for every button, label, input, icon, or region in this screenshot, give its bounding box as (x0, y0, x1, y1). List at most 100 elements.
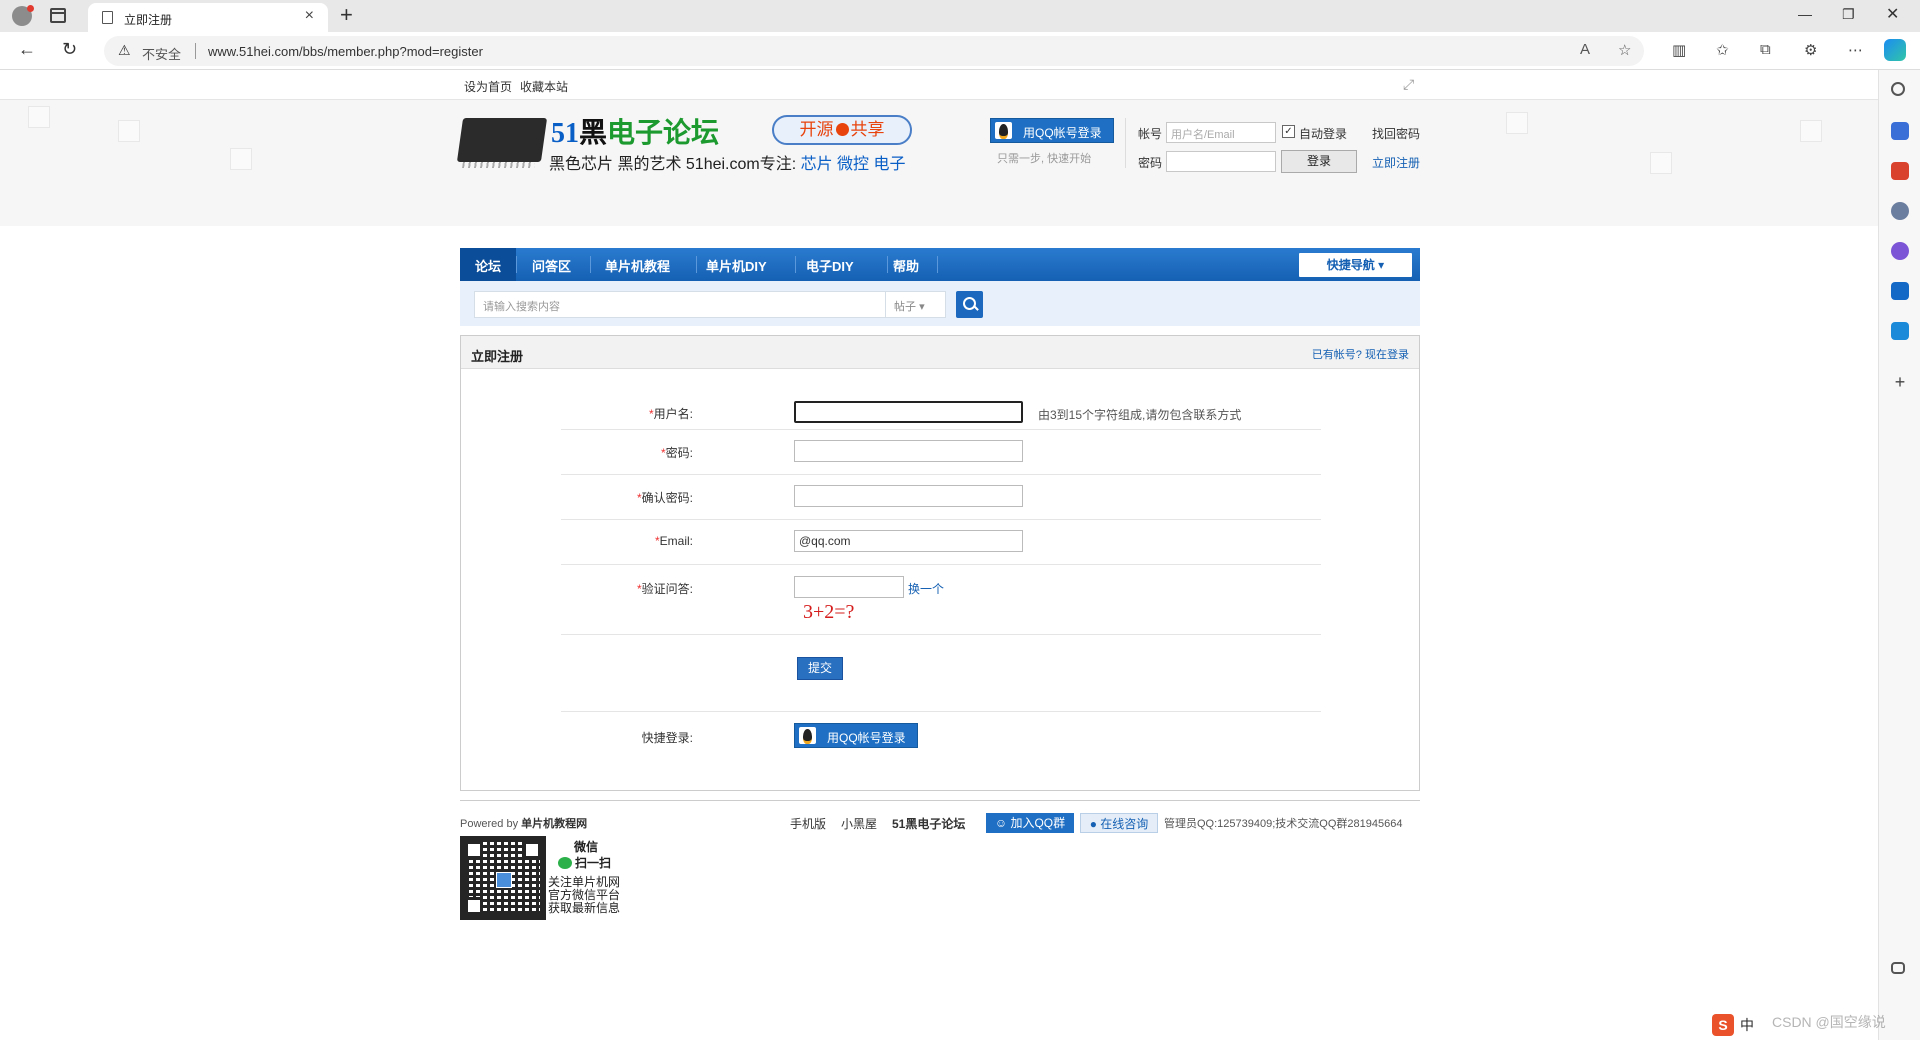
join-qq-label: 加入QQ群 (1010, 816, 1066, 830)
have-account-login-link[interactable]: 已有帐号? 现在登录 (1312, 346, 1409, 362)
confirm-password-input[interactable] (794, 485, 1023, 507)
nav-help[interactable]: 帮助 (893, 256, 919, 275)
blackroom-link[interactable]: 小黑屋 (841, 815, 877, 832)
tab-strip: 立即注册 × + — ❐ ✕ (0, 0, 1920, 32)
favorite-star-icon[interactable]: ☆ (1618, 41, 1631, 59)
outlook-icon[interactable] (1891, 282, 1909, 300)
refresh-icon[interactable]: ↻ (62, 39, 77, 60)
change-question-link[interactable]: 换一个 (908, 580, 944, 597)
profile-avatar-icon[interactable] (12, 5, 34, 26)
tools-icon[interactable] (1891, 162, 1909, 180)
email-input[interactable]: @qq.com (794, 530, 1023, 552)
password-input[interactable] (794, 440, 1023, 462)
set-homepage-link[interactable]: 设为首页 (464, 78, 512, 95)
search-button-icon[interactable] (956, 291, 983, 318)
search-type-select[interactable]: 帖子 ▾ (886, 291, 946, 318)
warning-icon: ⚠ (118, 42, 131, 58)
nav-sep (887, 256, 888, 273)
slogan-text: 黑色芯片 黑的艺术 51hei.com专注: (549, 156, 801, 173)
minimize-icon[interactable]: — (1798, 6, 1812, 22)
read-aloud-icon[interactable]: A (1580, 41, 1590, 58)
qq-icon: ☺ (994, 816, 1008, 830)
tab-actions-icon[interactable] (50, 8, 66, 23)
register-header: 立即注册 已有帐号? 现在登录 (461, 336, 1419, 369)
office-icon[interactable] (1891, 242, 1909, 260)
shopping-icon[interactable] (1891, 122, 1909, 140)
back-icon[interactable]: ← (18, 39, 36, 60)
bg-pattern (118, 120, 140, 142)
badge-left: 开源 (799, 120, 834, 139)
nav-forum[interactable]: 论坛 (475, 256, 501, 275)
qq-penguin-icon (995, 122, 1012, 139)
forgot-password-link[interactable]: 找回密码 (1372, 125, 1420, 142)
qq-login-tip: 只需一步, 快速开始 (997, 153, 1092, 165)
auto-login-checkbox[interactable]: ✓ (1282, 125, 1295, 138)
page-icon (102, 11, 113, 24)
powered-name[interactable]: 单片机教程网 (521, 818, 587, 830)
extensions-icon[interactable]: ⚙ (1804, 41, 1817, 59)
join-qq-group-button[interactable]: ☺ 加入QQ群 (986, 813, 1074, 833)
collections-icon[interactable]: ⧉ (1760, 41, 1771, 58)
chat-icon: ● (1089, 817, 1097, 831)
site-logo-text[interactable]: 51黑电子论坛 (551, 111, 719, 151)
bookmark-site-link[interactable]: 收藏本站 (520, 78, 568, 95)
main-nav: 论坛 问答区 单片机教程 单片机DIY 电子DIY 帮助 (460, 248, 1420, 281)
header-password-input[interactable] (1166, 151, 1276, 172)
login-button[interactable]: 登录 (1281, 150, 1357, 173)
security-label[interactable]: 不安全 (142, 44, 181, 63)
send-icon[interactable] (1891, 322, 1909, 340)
caret-down-icon: ▾ (1378, 258, 1385, 272)
close-window-icon[interactable]: ✕ (1886, 4, 1899, 24)
bg-pattern (1506, 112, 1528, 134)
nav-electronics-diy[interactable]: 电子DIY (806, 256, 854, 275)
url-text[interactable]: www.51hei.com/bbs/member.php?mod=registe… (208, 44, 483, 59)
forum-home-link[interactable]: 51黑电子论坛 (892, 815, 965, 832)
site-header (0, 100, 1878, 226)
url-divider (195, 43, 196, 59)
search-input[interactable]: 请输入搜索内容 (474, 291, 886, 318)
account-label: 帐号 (1138, 127, 1163, 141)
qr-logo-icon (496, 872, 512, 888)
search-bar: 请输入搜索内容 帖子 ▾ (460, 281, 1420, 326)
screenshot-icon[interactable] (1891, 962, 1905, 974)
copilot-icon[interactable] (1884, 39, 1906, 61)
username-input[interactable] (794, 401, 1023, 423)
nav-mcu-tutorial[interactable]: 单片机教程 (605, 256, 670, 275)
quick-nav-button[interactable]: 快捷导航 ▾ (1299, 253, 1412, 277)
bg-pattern (1800, 120, 1822, 142)
new-tab-icon[interactable]: + (340, 2, 353, 28)
restore-icon[interactable]: ❐ (1842, 6, 1855, 23)
tab-title: 立即注册 (124, 13, 173, 27)
quick-qq-login-button[interactable]: 用QQ帐号登录 (794, 723, 918, 748)
qq-login-button[interactable]: 用QQ帐号登录 (990, 118, 1114, 143)
online-consult-button[interactable]: ● 在线咨询 (1080, 813, 1158, 833)
wechat-scan-label: 扫一扫 (575, 856, 612, 870)
nav-mcu-diy[interactable]: 单片机DIY (706, 256, 767, 275)
browser-tab[interactable]: 立即注册 × (88, 3, 328, 32)
nav-sep (795, 256, 796, 273)
search-icon[interactable] (1891, 82, 1905, 96)
account-input[interactable]: 用户名/Email (1166, 122, 1276, 143)
ime-tray[interactable]: S中 (1712, 1014, 1754, 1036)
more-menu-icon[interactable]: ⋯ (1848, 41, 1863, 59)
split-screen-icon[interactable]: ▥ (1672, 41, 1686, 59)
auto-login-label: 自动登录 (1299, 127, 1348, 141)
url-box[interactable]: ⚠ 不安全 www.51hei.com/bbs/member.php?mod=r… (104, 36, 1644, 66)
bg-pattern (1650, 152, 1672, 174)
quick-qq-login-label: 用QQ帐号登录 (827, 731, 906, 745)
mobile-link[interactable]: 手机版 (790, 815, 826, 832)
favorites-icon[interactable]: ✩ (1716, 41, 1729, 59)
nav-sep (590, 256, 591, 273)
slogan-tags: 芯片 微控 电子 (800, 156, 906, 173)
register-link[interactable]: 立即注册 (1372, 154, 1420, 171)
verify-answer-input[interactable] (794, 576, 904, 598)
add-sidebar-icon[interactable]: + (1891, 373, 1909, 392)
quick-nav-label: 快捷导航 (1326, 258, 1375, 272)
fullscreen-icon[interactable]: ⤢ (1403, 76, 1414, 93)
username-label-text: 用户名: (653, 407, 693, 421)
submit-button[interactable]: 提交 (797, 657, 843, 680)
close-tab-icon[interactable]: × (305, 7, 314, 25)
chip-logo-icon[interactable] (456, 118, 548, 162)
nav-qa[interactable]: 问答区 (532, 256, 571, 275)
games-icon[interactable] (1891, 202, 1909, 220)
